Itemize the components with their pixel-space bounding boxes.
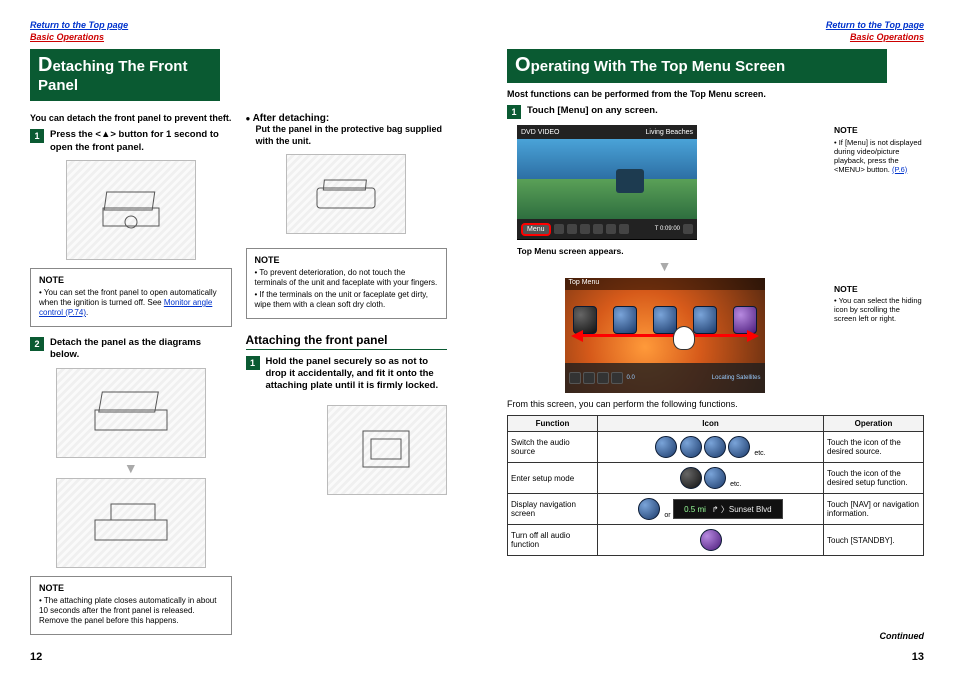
th-operation: Operation [824,416,924,432]
step-number-1c: 1 [507,105,521,119]
return-top-link[interactable]: Return to the Top page [30,20,128,30]
attach-step-1: 1 Hold the panel securely so as not to d… [246,356,448,393]
step-1: 1 Press the <▲> button for 1 second to o… [30,129,232,154]
dvd-video-area [517,139,697,219]
p6-link[interactable]: (P.6) [892,165,907,174]
tm-bottom-btn-4[interactable] [611,372,623,384]
touch-hand-icon [673,326,695,350]
hide-icon[interactable] [683,224,693,234]
tm-bottom-btn-2[interactable] [583,372,595,384]
diagram-detach-2 [56,478,206,568]
note-auto-open: NOTE You can set the front panel to open… [30,268,232,327]
nav-icon-circle [638,498,660,520]
scroll-right-arrow-icon [747,330,759,342]
page-left: Return to the Top page Basic Operations … [0,0,477,677]
page-number-right: 13 [912,651,924,663]
top-menu-screen: Top Menu [565,278,765,393]
page-number-left: 12 [30,651,42,663]
heading-attaching: Attaching the front panel [246,333,448,350]
source-icon-radio [728,436,750,458]
tm-nav-dist: 0.0 [627,375,635,381]
right-sidebar: NOTE If [Menu] is not displayed during v… [834,125,924,393]
dvd-screen: DVD VIDEO Living Beaches Menu T 0:09:00 [517,125,697,240]
after-detaching-heading: After detaching: [246,113,448,124]
note-terminals: NOTE To prevent deterioration, do not to… [246,248,448,319]
step-number-1b: 1 [246,356,260,370]
step-number-2: 2 [30,337,44,351]
table-row: Enter setup mode etc. Touch the icon of … [508,463,924,494]
tm-bottom-btn-3[interactable] [597,372,609,384]
note-scroll-icons: NOTE You can select the hiding icon by s… [834,284,924,323]
table-row: Display navigation screen or 0.5 mi↱ 〉Su… [508,494,924,525]
table-row: Switch the audio source etc. Touch the i… [508,432,924,463]
nav-info-bar: 0.5 mi↱ 〉Sunset Blvd [673,499,783,519]
note-menu-hidden: NOTE If [Menu] is not displayed during v… [834,125,924,173]
ff-icon[interactable] [606,224,616,234]
tm-bottom-btn-1[interactable] [569,372,581,384]
diagram-protective-bag [286,154,406,234]
page-right: Return to the Top page Basic Operations … [477,0,954,677]
dvd-source-label: DVD VIDEO [521,129,560,136]
arrow-down-icon: ▼ [30,460,232,476]
note-auto-close: NOTE The attaching plate closes automati… [30,576,232,635]
next-icon[interactable] [619,224,629,234]
setup-icon-wrench [680,467,702,489]
source-icon-disc [655,436,677,458]
heading-detaching: Detaching The Front Panel [30,49,220,101]
step-number-1: 1 [30,129,44,143]
play-icon[interactable] [593,224,603,234]
after-detaching-text: Put the panel in the protective bag supp… [256,124,448,147]
top-links-right: Return to the Top page Basic Operations [507,20,924,43]
scroll-left-arrow-icon [571,330,583,342]
left-col-1: You can detach the front panel to preven… [30,107,232,634]
th-function: Function [508,416,598,432]
standby-icon [700,529,722,551]
diagram-open-panel [66,160,196,260]
topmenu-intro: Most functions can be performed from the… [507,89,924,99]
menu-button[interactable]: Menu [521,223,551,236]
tm-header-bar: Top Menu [565,278,765,290]
diagram-detach-1 [56,368,206,458]
th-icon: Icon [598,416,824,432]
caption-functions: From this screen, you can perform the fo… [507,399,924,409]
step-2: 2 Detach the panel as the diagrams below… [30,337,232,362]
right-main-col: DVD VIDEO Living Beaches Menu T 0:09:00 [507,125,822,393]
dvd-title-label: Living Beaches [646,129,693,136]
functions-table: Function Icon Operation Switch the audio… [507,415,924,556]
dvd-time: T 0:09:00 [655,226,680,232]
tm-locating: Locating Satellites [712,375,761,381]
table-row: Turn off all audio function Touch [STAND… [508,525,924,556]
prev-icon[interactable] [554,224,564,234]
left-col-2: After detaching: Put the panel in the pr… [246,107,448,634]
arrow-down-icon-2: ▼ [507,258,822,274]
stop-icon[interactable] [580,224,590,234]
heading-topmenu: Operating With The Top Menu Screen [507,49,887,83]
rew-icon[interactable] [567,224,577,234]
basic-ops-link-r[interactable]: Basic Operations [850,32,924,42]
source-icon-ipod [704,436,726,458]
setup-icon-globe [704,467,726,489]
diagram-attach [327,405,447,495]
tm-step-1: 1 Touch [Menu] on any screen. [507,105,924,119]
detach-intro: You can detach the front panel to preven… [30,113,232,123]
source-icon-usb [680,436,702,458]
basic-ops-link[interactable]: Basic Operations [30,32,104,42]
caption-topmenu-appears: Top Menu screen appears. [517,246,822,256]
return-top-link-r[interactable]: Return to the Top page [826,20,924,30]
top-links-left: Return to the Top page Basic Operations [30,20,447,43]
continued-label: Continued [880,631,925,641]
